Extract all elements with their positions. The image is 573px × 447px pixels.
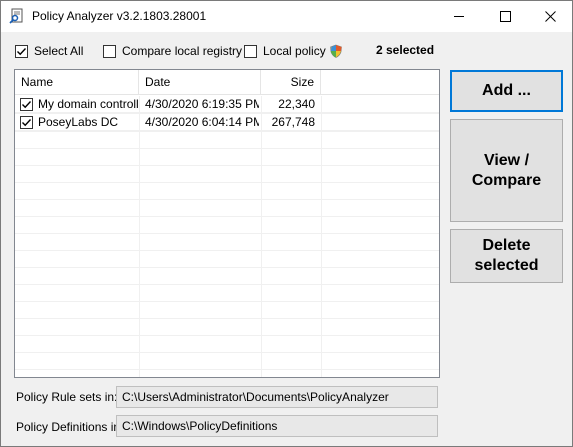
row-checkbox[interactable] bbox=[20, 98, 33, 111]
row-checkbox[interactable] bbox=[20, 116, 33, 129]
rule-sets-path-label: Policy Rule sets in: bbox=[16, 390, 118, 404]
row-name: PoseyLabs DC bbox=[38, 115, 119, 129]
policy-analyzer-icon bbox=[9, 8, 25, 24]
select-all-label: Select All bbox=[34, 44, 84, 58]
view-compare-label: View / Compare bbox=[472, 151, 541, 191]
compare-local-registry-checkbox[interactable]: Compare local registry bbox=[103, 44, 242, 58]
list-gridlines bbox=[15, 96, 439, 377]
table-row[interactable]: PoseyLabs DC 4/30/2020 6:04:14 PM 267,74… bbox=[15, 114, 439, 131]
close-icon bbox=[544, 11, 556, 22]
definitions-path-label: Policy Definitions in: bbox=[16, 420, 124, 434]
add-button-label: Add ... bbox=[482, 82, 531, 99]
rule-sets-list[interactable]: Name Date Size My domain controller 4/30… bbox=[14, 69, 440, 378]
row-size: 22,340 bbox=[278, 97, 315, 111]
column-header-size[interactable]: Size bbox=[261, 70, 321, 95]
list-header: Name Date Size bbox=[15, 70, 439, 95]
local-policy-label: Local policy bbox=[263, 44, 326, 58]
local-policy-box[interactable] bbox=[244, 44, 257, 58]
compare-local-registry-box[interactable] bbox=[103, 44, 116, 58]
row-name: My domain controller bbox=[38, 97, 138, 111]
main-window: Policy Analyzer v3.2.1803.28001 Select A… bbox=[0, 0, 573, 447]
delete-line1: Delete bbox=[482, 237, 531, 254]
column-header-name[interactable]: Name bbox=[15, 70, 139, 95]
definitions-path-field[interactable]: C:\Windows\PolicyDefinitions bbox=[116, 415, 438, 437]
window-title: Policy Analyzer v3.2.1803.28001 bbox=[32, 9, 207, 23]
add-button[interactable]: Add ... bbox=[450, 70, 563, 112]
shield-icon bbox=[329, 44, 343, 58]
row-date: 4/30/2020 6:19:35 PM bbox=[145, 97, 259, 111]
view-compare-line1: View / bbox=[483, 151, 530, 169]
view-compare-line2: Compare bbox=[471, 171, 542, 189]
view-compare-button[interactable]: View / Compare bbox=[450, 119, 563, 222]
local-policy-checkbox[interactable]: Local policy bbox=[244, 44, 343, 58]
delete-line2: selected bbox=[474, 257, 539, 274]
close-button[interactable] bbox=[527, 1, 573, 32]
delete-selected-label: Delete selected bbox=[474, 236, 538, 276]
row-date: 4/30/2020 6:04:14 PM bbox=[145, 115, 259, 129]
row-size: 267,748 bbox=[271, 115, 315, 129]
select-all-checkbox[interactable]: Select All bbox=[15, 44, 83, 58]
minimize-icon bbox=[453, 11, 465, 22]
maximize-button[interactable] bbox=[482, 1, 528, 32]
maximize-icon bbox=[499, 11, 511, 22]
selected-count: 2 selected bbox=[376, 43, 435, 57]
column-header-date[interactable]: Date bbox=[139, 70, 261, 95]
select-all-box[interactable] bbox=[15, 44, 28, 58]
minimize-button[interactable] bbox=[436, 1, 482, 32]
table-row[interactable]: My domain controller 4/30/2020 6:19:35 P… bbox=[15, 96, 439, 113]
rule-sets-path-field[interactable]: C:\Users\Administrator\Documents\PolicyA… bbox=[116, 386, 438, 408]
title-bar[interactable]: Policy Analyzer v3.2.1803.28001 bbox=[1, 1, 572, 32]
compare-local-registry-label: Compare local registry bbox=[122, 44, 243, 58]
delete-selected-button[interactable]: Delete selected bbox=[450, 229, 563, 283]
